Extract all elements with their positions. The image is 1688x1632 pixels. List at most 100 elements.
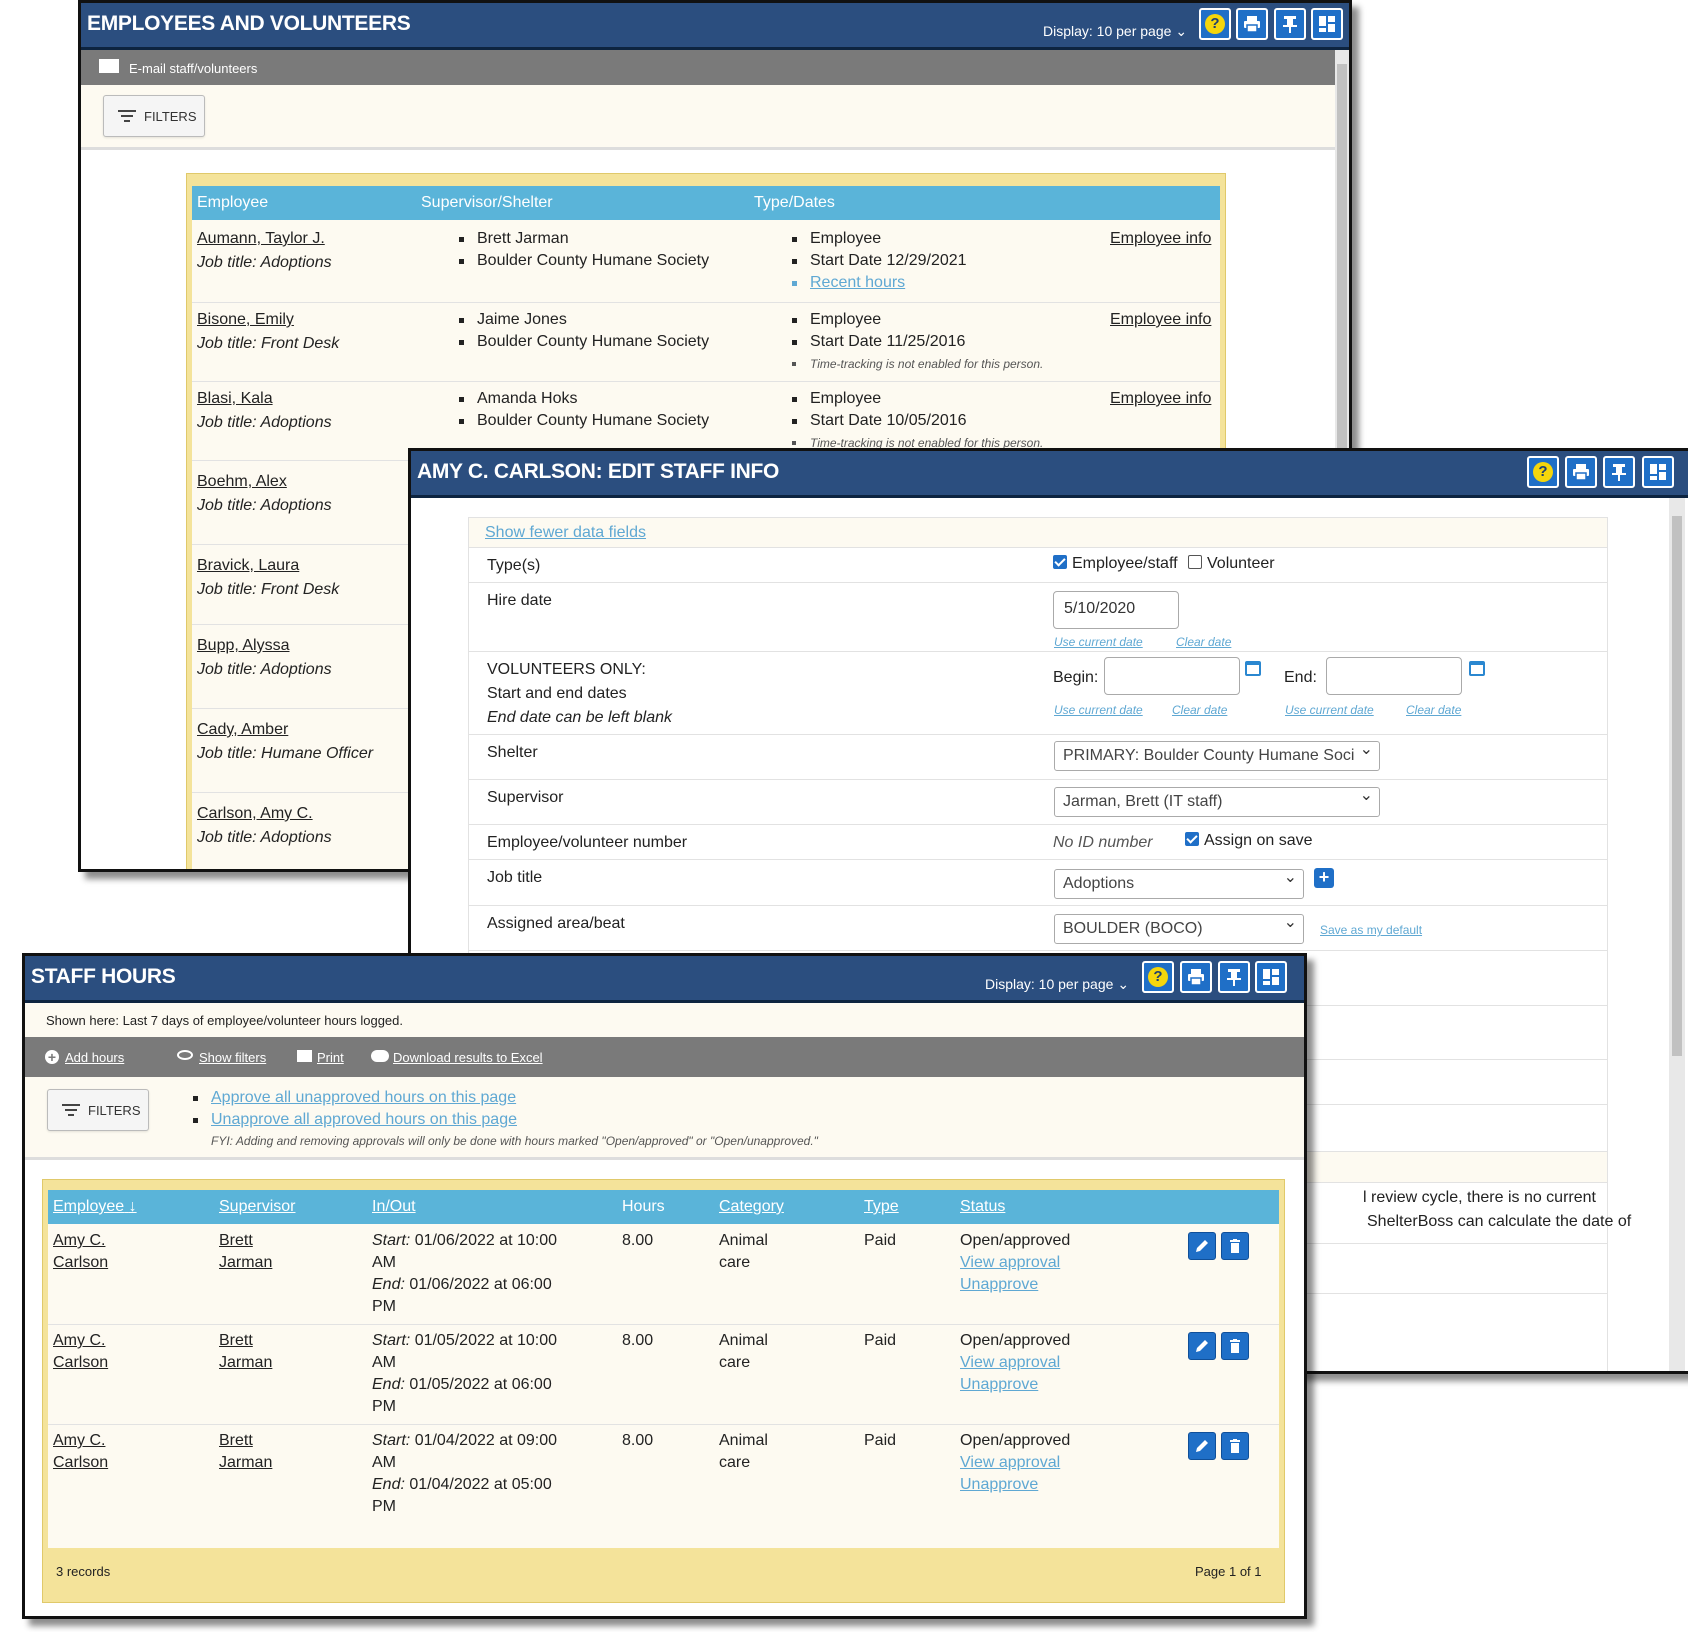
supervisor-name: Jaime Jones [455,309,709,331]
employee-name-link[interactable]: Aumann, Taylor J. [197,228,325,250]
begin-date-input[interactable] [1104,657,1240,695]
col-status[interactable]: Status [960,1198,1005,1216]
edit-button[interactable] [1188,1332,1216,1360]
type-dates-list: Employee Start Date 10/05/2016 Time-trac… [788,388,1043,454]
add-hours-link[interactable]: Add hours [65,1050,124,1065]
shelter-select[interactable]: PRIMARY: Boulder County Humane Soci [1054,741,1380,771]
col-employee: Employee [197,194,269,211]
type-dates-list: Employee Start Date 12/29/2021 Recent ho… [788,228,967,294]
hire-use-current-date-link[interactable]: Use current date [1054,635,1143,649]
assigned-area-select[interactable]: BOULDER (BOCO) [1054,914,1304,944]
employee-link[interactable]: Amy C. Carlson [53,1230,108,1274]
edit-button[interactable] [1188,1432,1216,1460]
layout-button[interactable] [1311,8,1343,40]
hours-table-body: Amy C. Carlson Brett Jarman Start: 01/06/2… [48,1224,1279,1548]
view-approval-link[interactable]: View approval [960,1254,1060,1271]
layout-button[interactable] [1642,456,1674,488]
hours-table-header: Employee ↓ Supervisor In/Out Hours Categ… [48,1190,1279,1224]
begin-label: Begin: [1053,669,1099,686]
help-button[interactable]: ? [1527,456,1559,488]
volunteers-only-label: VOLUNTEERS ONLY: [487,661,646,678]
employee-name-link[interactable]: Cady, Amber [197,719,288,741]
supervisor-link[interactable]: Brett Jarman [219,1230,272,1274]
end-date-input[interactable] [1326,657,1462,695]
col-inout[interactable]: In/Out [372,1198,416,1216]
filters-button[interactable]: FILTERS [103,95,205,137]
view-approval-link[interactable]: View approval [960,1354,1060,1371]
col-category[interactable]: Category [719,1198,784,1216]
employee-name-link[interactable]: Bisone, Emily [197,309,294,331]
view-approval-link[interactable]: View approval [960,1454,1060,1471]
scrollbar-thumb[interactable] [1672,516,1682,1056]
show-filters-link[interactable]: Show filters [199,1050,266,1065]
employee-name-link[interactable]: Boehm, Alex [197,471,287,493]
filter-lines-icon [62,1104,80,1116]
email-staff-link[interactable]: E-mail staff/volunteers [129,61,257,76]
col-type[interactable]: Type [864,1198,899,1216]
begin-clear-date-link[interactable]: Clear date [1172,703,1227,717]
supervisor-select[interactable]: Jarman, Brett (IT staff) [1054,787,1380,817]
add-job-title-button[interactable]: + [1314,868,1334,888]
job-title-select[interactable]: Adoptions [1054,869,1304,899]
hire-date-input[interactable]: 5/10/2020 [1053,591,1179,629]
employee-link[interactable]: Amy C. Carlson [53,1330,108,1374]
pin-button[interactable] [1603,456,1635,488]
edit-button[interactable] [1188,1232,1216,1260]
assign-on-save-checkbox[interactable] [1185,832,1199,846]
supervisor-link[interactable]: Brett Jarman [219,1330,272,1374]
display-per-page-select[interactable]: Display: 10 per page ⌄ [1043,23,1187,40]
calendar-icon[interactable] [1245,661,1261,676]
save-as-default-link[interactable]: Save as my default [1320,923,1422,937]
employee-name-link[interactable]: Blasi, Kala [197,388,273,410]
show-fewer-fields-link[interactable]: Show fewer data fields [485,524,646,542]
supervisor-link[interactable]: Brett Jarman [219,1430,272,1474]
calendar-icon[interactable] [1469,661,1485,676]
employee-number-label: Employee/volunteer number [487,834,688,851]
print-button[interactable] [1236,8,1268,40]
display-per-page-select[interactable]: Display: 10 per page ⌄ [985,976,1129,993]
download-excel-link[interactable]: Download results to Excel [393,1050,543,1065]
employee-staff-checkbox[interactable] [1053,555,1067,569]
print-button[interactable] [1565,456,1597,488]
recent-hours-link[interactable]: Recent hours [810,274,905,291]
col-supervisor[interactable]: Supervisor [219,1198,295,1216]
employee-link[interactable]: Amy C. Carlson [53,1430,108,1474]
print-link[interactable]: Print [317,1050,344,1065]
unapprove-link[interactable]: Unapprove [960,1376,1038,1393]
employee-type: Employee [788,388,1043,410]
filters-button[interactable]: FILTERS [47,1089,149,1131]
unapprove-link[interactable]: Unapprove [960,1276,1038,1293]
employee-name-link[interactable]: Bupp, Alyssa [197,635,290,657]
help-button[interactable]: ? [1199,8,1231,40]
pin-button[interactable] [1218,961,1250,993]
edit-scrollbar[interactable] [1669,498,1685,1371]
job-title: Job title: Front Desk [197,581,340,598]
hire-clear-date-link[interactable]: Clear date [1176,635,1231,649]
print-button[interactable] [1180,961,1212,993]
employee-info-link[interactable]: Employee info [1110,388,1211,410]
category-value: Animal care [719,1232,768,1271]
employee-info-link[interactable]: Employee info [1110,309,1211,331]
end-use-current-date-link[interactable]: Use current date [1285,703,1374,717]
delete-button[interactable] [1221,1232,1249,1260]
end-clear-date-link[interactable]: Clear date [1406,703,1461,717]
unapprove-link[interactable]: Unapprove [960,1476,1038,1493]
employee-name-link[interactable]: Carlson, Amy C. [197,803,313,825]
employees-title: EMPLOYEES AND VOLUNTEERS [87,12,411,35]
type-value: Paid [864,1432,897,1449]
employee-info-link[interactable]: Employee info [1110,228,1211,250]
start-end-dates-label: Start and end dates [487,685,627,702]
types-label: Type(s) [487,557,541,574]
volunteer-checkbox[interactable] [1188,555,1202,569]
employee-name-link[interactable]: Bravick, Laura [197,555,299,577]
delete-button[interactable] [1221,1332,1249,1360]
begin-use-current-date-link[interactable]: Use current date [1054,703,1143,717]
help-icon: ? [1148,967,1168,987]
layout-button[interactable] [1255,961,1287,993]
approve-all-link[interactable]: Approve all unapproved hours on this pag… [211,1089,516,1106]
help-button[interactable]: ? [1142,961,1174,993]
delete-button[interactable] [1221,1432,1249,1460]
pin-button[interactable] [1274,8,1306,40]
unapprove-all-link[interactable]: Unapprove all approved hours on this pag… [211,1111,517,1128]
col-employee-sort[interactable]: Employee ↓ [53,1198,137,1216]
